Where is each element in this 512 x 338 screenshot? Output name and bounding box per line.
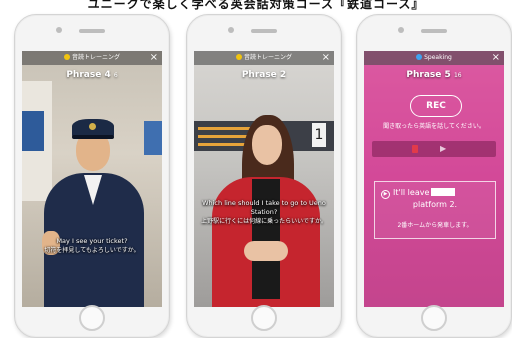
record-icon[interactable] xyxy=(412,145,418,153)
woman-top xyxy=(252,179,280,299)
screen-attendant: 音読トレーニング × Phrase 4 6 May I see your tic… xyxy=(22,51,162,307)
camera-dot xyxy=(228,27,234,33)
subtitle-jp: 切符を拝見してもよろしいですか。 xyxy=(44,247,140,254)
phone-2: 1 音読トレーニング × Phrase 2 Which line should … xyxy=(186,14,342,338)
phrase-label: Phrase 2 xyxy=(241,70,287,80)
station-sign xyxy=(22,111,44,151)
phrase-title: Phrase 2 xyxy=(194,70,334,80)
speaker-grille xyxy=(251,29,277,33)
phrase-label: Phrase 4 xyxy=(66,70,111,80)
subtitle-en: Which line should I take to go to Ueno S… xyxy=(202,199,326,216)
rec-button[interactable]: REC xyxy=(410,95,462,117)
mode-label: 音読トレーニング xyxy=(243,54,292,61)
camera-dot xyxy=(56,27,62,33)
phrase-title: Phrase 4 6 xyxy=(22,70,162,80)
recording-bar[interactable]: ▶ xyxy=(372,141,496,157)
woman-face xyxy=(252,125,282,165)
phrase-label: Phrase 5 xyxy=(406,70,451,80)
mode-bar: Speaking × xyxy=(364,51,504,65)
home-button[interactable] xyxy=(251,305,277,331)
subtitle: May I see your ticket? 切符を拝見してもよろしいですか。 xyxy=(22,237,162,255)
mode-bar: 音読トレーニング × xyxy=(22,51,162,65)
home-button[interactable] xyxy=(79,305,105,331)
cap-visor xyxy=(72,135,114,139)
mode-icon xyxy=(416,54,423,60)
subtitle-en: May I see your ticket? xyxy=(56,237,128,245)
mode-icon xyxy=(63,54,70,60)
speaker-grille xyxy=(421,29,447,33)
screen-woman: 1 音読トレーニング × Phrase 2 Which line should … xyxy=(194,51,334,307)
mode-bar: 音読トレーニング × xyxy=(194,51,334,65)
answer-line-2: platform 2. xyxy=(412,200,458,209)
answer-translation: 2番ホームから発車します。 xyxy=(397,222,473,229)
mode-label: 音読トレーニング xyxy=(71,54,120,61)
answer-card: ▶ It'll leave platform 2. 2番ホームから発車します。 xyxy=(374,181,496,239)
mode-icon xyxy=(235,54,242,60)
answer-line-1: ▶ It'll leave xyxy=(381,188,456,199)
close-icon[interactable]: × xyxy=(322,51,330,65)
mode-label: Speaking xyxy=(424,54,452,61)
page-banner: ユニークで楽しく学べる英会話対策コース『鉄道コース』 xyxy=(87,0,425,11)
answer-blank xyxy=(431,188,456,196)
subtitle-jp: 上野駅に行くには何線に乗ったらいいですか。 xyxy=(201,218,327,225)
subtitle: Which line should I take to go to Ueno S… xyxy=(194,199,334,226)
home-button[interactable] xyxy=(421,305,447,331)
station-sign xyxy=(144,121,162,155)
close-icon[interactable]: × xyxy=(150,51,158,65)
platform-number-sign: 1 xyxy=(312,123,326,147)
cap-badge xyxy=(89,123,96,130)
camera-dot xyxy=(398,27,404,33)
speaking-prompt: 聞き取ったら英語を話してください。 xyxy=(383,123,485,130)
phrase-title: Phrase 5 16 xyxy=(364,70,504,80)
close-icon[interactable]: × xyxy=(492,51,500,65)
phrase-count: 16 xyxy=(453,72,462,79)
phone-3: Speaking × Phrase 5 16 REC 聞き取ったら英語を話してく… xyxy=(356,14,512,338)
screen-speaking: Speaking × Phrase 5 16 REC 聞き取ったら英語を話してく… xyxy=(364,51,504,307)
woman-hands xyxy=(244,241,288,261)
play-audio-icon[interactable]: ▶ xyxy=(381,190,390,199)
phone-1: 音読トレーニング × Phrase 4 6 May I see your tic… xyxy=(14,14,170,338)
phrase-count: 6 xyxy=(113,72,118,79)
answer-text: It'll leave xyxy=(393,188,430,197)
speaker-grille xyxy=(79,29,105,33)
play-icon[interactable]: ▶ xyxy=(440,144,446,153)
